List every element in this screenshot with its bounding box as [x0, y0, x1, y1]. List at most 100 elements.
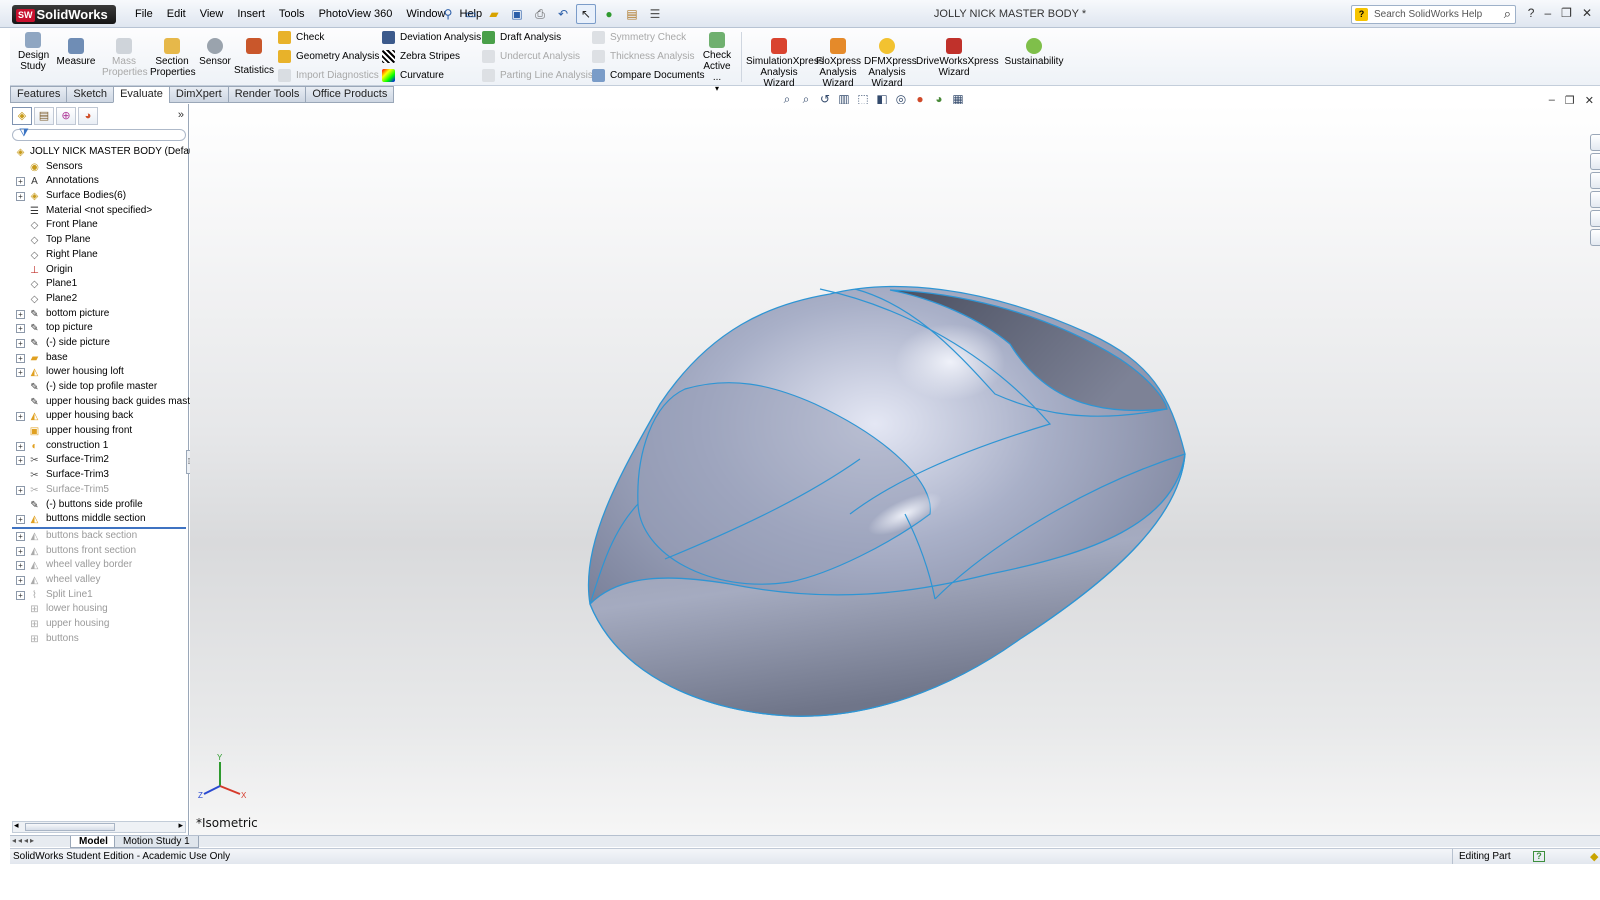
tree-item[interactable]: + ◭ lower housing loft	[10, 365, 188, 380]
tree-item[interactable]: + ▰ base	[10, 351, 188, 366]
draft-analysis-button[interactable]: Draft Analysis	[482, 31, 561, 44]
geometry-analysis-button[interactable]: Geometry Analysis	[278, 50, 379, 63]
tree-item[interactable]: ⊞ upper housing	[10, 617, 188, 632]
configurationmanager-tab-icon[interactable]: ⊕	[56, 107, 76, 125]
undercut-analysis-button[interactable]: Undercut Analysis	[482, 50, 580, 63]
file-explorer-icon[interactable]	[1590, 172, 1600, 189]
tab-features[interactable]: Features	[10, 86, 67, 103]
tab-motion-study-1[interactable]: Motion Study 1	[114, 836, 199, 848]
measure-button[interactable]: Measure	[56, 38, 96, 67]
tree-item[interactable]: + ⌇ Split Line1	[10, 588, 188, 603]
expand-icon[interactable]: +	[16, 485, 25, 495]
expand-icon[interactable]: +	[16, 531, 25, 541]
view-palette-icon[interactable]	[1590, 191, 1600, 208]
parting-line-analysis-button[interactable]: Parting Line Analysis	[482, 69, 593, 82]
expand-icon[interactable]: +	[16, 412, 25, 422]
mass-properties-button[interactable]: Mass Properties	[102, 38, 148, 78]
design-study-button[interactable]: Design Study	[18, 32, 49, 72]
featuremanager-tab-icon[interactable]: ◈	[12, 107, 32, 125]
displaymanager-tab-icon[interactable]: ◕	[78, 107, 98, 125]
tree-item[interactable]: ✎ (-) side top profile master	[10, 380, 188, 395]
tag-icon[interactable]: ◆	[1590, 850, 1598, 865]
expand-icon[interactable]: +	[16, 324, 25, 334]
expand-icon[interactable]: +	[16, 353, 25, 363]
close-icon[interactable]: ✕	[1582, 6, 1592, 20]
solidworks-resources-icon[interactable]	[1590, 134, 1600, 151]
tree-item[interactable]: ⊞ buttons	[10, 632, 188, 647]
zebra-stripes-button[interactable]: Zebra Stripes	[382, 50, 460, 63]
tree-item[interactable]: + ✎ (-) side picture	[10, 336, 188, 351]
check-active-button[interactable]: Check Active ... ▾	[698, 32, 736, 94]
check-button[interactable]: Check	[278, 31, 324, 44]
expand-icon[interactable]: +	[16, 456, 25, 466]
propertymanager-tab-icon[interactable]: ▤	[34, 107, 54, 125]
search-icon[interactable]: ⌕	[1504, 5, 1511, 22]
dfmxpress-button[interactable]: DFMXpress Analysis Wizard	[864, 38, 917, 89]
expand-icon[interactable]: +	[16, 441, 25, 451]
curvature-button[interactable]: Curvature	[382, 69, 444, 82]
tree-item[interactable]: + ✎ bottom picture	[10, 307, 188, 322]
tree-item[interactable]: ⊥ Origin	[10, 263, 188, 278]
import-diagnostics-button[interactable]: Import Diagnostics	[278, 69, 379, 82]
section-properties-button[interactable]: Section Properties	[150, 38, 196, 78]
tree-item[interactable]: + ✎ top picture	[10, 321, 188, 336]
expand-icon[interactable]: +	[16, 309, 25, 319]
tree-item[interactable]: + ✂ Surface-Trim5	[10, 483, 188, 498]
quick-tips-icon[interactable]: ?	[1533, 851, 1545, 862]
tree-item[interactable]: + ◭ buttons back section	[10, 529, 188, 544]
driveworksxpress-button[interactable]: DriveWorksXpress Wizard	[916, 38, 999, 78]
tab-evaluate[interactable]: Evaluate	[113, 86, 169, 103]
tree-item[interactable]: ◇ Plane1	[10, 277, 188, 292]
expand-icon[interactable]: +	[16, 546, 25, 556]
mouse-model-viewport[interactable]	[190, 104, 1600, 835]
sensor-button[interactable]: Sensor	[198, 38, 232, 67]
tree-horizontal-scrollbar[interactable]: ◂ ▸	[12, 820, 186, 833]
expand-icon[interactable]: +	[16, 368, 25, 378]
tree-item[interactable]: ◉ Sensors	[10, 160, 188, 175]
tree-item[interactable]: ⊞ lower housing	[10, 602, 188, 617]
tree-item[interactable]: ◇ Top Plane	[10, 233, 188, 248]
tree-item[interactable]: ✎ upper housing back guides master	[10, 395, 199, 410]
tab-render-tools[interactable]: Render Tools	[227, 86, 306, 103]
statistics-button[interactable]: Statistics	[234, 38, 274, 76]
appearances-icon[interactable]	[1590, 210, 1600, 227]
tree-item[interactable]: ✂ Surface-Trim3	[10, 468, 188, 483]
tree-item[interactable]: + ◭ wheel valley border	[10, 558, 188, 573]
collapse-panel-icon[interactable]: »	[178, 109, 184, 121]
tree-item[interactable]: ◇ Right Plane	[10, 248, 188, 263]
tree-item[interactable]: + ◐ construction 1	[10, 439, 188, 454]
tree-item[interactable]: + ◭ buttons front section	[10, 544, 188, 559]
tab-navigation-arrows[interactable]: ◂◂◂▸	[12, 836, 36, 845]
minimize-icon[interactable]: –	[1544, 6, 1551, 20]
tab-model[interactable]: Model	[70, 836, 117, 848]
tab-dimxpert[interactable]: DimXpert	[168, 86, 228, 103]
tab-office-products[interactable]: Office Products	[305, 86, 395, 103]
scroll-thumb[interactable]	[25, 823, 115, 831]
tree-item[interactable]: + ◭ wheel valley	[10, 573, 188, 588]
simulationxpress-button[interactable]: SimulationXpress Analysis Wizard	[746, 38, 824, 89]
tab-sketch[interactable]: Sketch	[66, 86, 114, 103]
custom-properties-icon[interactable]	[1590, 229, 1600, 246]
floxpress-button[interactable]: FloXpress Analysis Wizard	[816, 38, 861, 89]
expand-icon[interactable]: +	[16, 590, 25, 600]
expand-icon[interactable]: +	[16, 561, 25, 571]
tree-item[interactable]: ☰ Material <not specified>	[10, 204, 188, 219]
design-library-icon[interactable]	[1590, 153, 1600, 170]
tree-item[interactable]: ▣ upper housing front	[10, 424, 188, 439]
expand-icon[interactable]: +	[16, 515, 25, 525]
expand-icon[interactable]: +	[16, 192, 25, 202]
tree-item[interactable]: + ✂ Surface-Trim2	[10, 453, 188, 468]
expand-icon[interactable]: +	[16, 338, 25, 348]
tree-item[interactable]: ◇ Front Plane	[10, 218, 188, 233]
expand-icon[interactable]: +	[16, 177, 25, 187]
expand-icon[interactable]: +	[16, 575, 25, 585]
graphics-area[interactable]: Y X Z *Isometric	[190, 104, 1600, 835]
tree-filter-input[interactable]: ⧩	[12, 127, 186, 141]
tree-item[interactable]: + A Annotations	[10, 174, 188, 189]
search-input[interactable]: ? Search SolidWorks Help ⌕	[1351, 5, 1516, 24]
chevron-down-icon[interactable]: ▾	[698, 83, 736, 94]
tree-root[interactable]: ◈ JOLLY NICK MASTER BODY (Default<<	[10, 145, 212, 160]
compare-documents-button[interactable]: Compare Documents	[592, 69, 704, 82]
deviation-analysis-button[interactable]: Deviation Analysis	[382, 31, 481, 44]
help-icon[interactable]: ?	[1528, 6, 1535, 20]
